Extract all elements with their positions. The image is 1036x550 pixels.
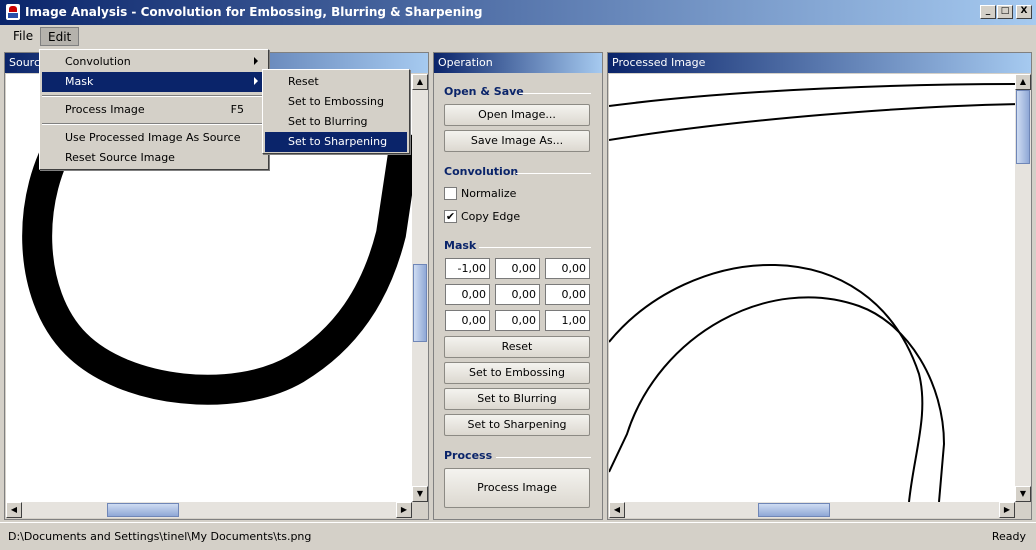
section-divider (516, 173, 591, 174)
menu-edit[interactable]: Edit (40, 27, 80, 46)
mask-submenu: Reset Set to Embossing Set to Blurring S… (262, 69, 410, 154)
copy-edge-checkbox[interactable]: ✔ (444, 210, 457, 223)
processed-panel-title: Processed Image (612, 56, 706, 69)
menu-item-label: Use Processed Image As Source (65, 131, 241, 144)
operation-panel: Operation Open & Save Open Image... Save… (433, 52, 603, 520)
menu-item-reset-source-image[interactable]: Reset Source Image (42, 148, 266, 168)
checkmark-icon: ✔ (445, 210, 456, 223)
file-path-label: D:\Documents and Settings\tinel\My Docum… (8, 530, 312, 543)
operation-panel-title: Operation (438, 56, 493, 69)
menu-item-set-sharpening[interactable]: Set to Sharpening (265, 132, 407, 152)
scroll-right-arrow-icon[interactable]: ▶ (999, 502, 1015, 518)
menu-item-label: Set to Sharpening (288, 135, 388, 148)
copy-edge-label: Copy Edge (461, 210, 521, 223)
menu-item-label: Reset (288, 75, 319, 88)
section-divider (496, 457, 591, 458)
scroll-right-arrow-icon[interactable]: ▶ (396, 502, 412, 518)
set-sharpening-button[interactable]: Set to Sharpening (444, 414, 590, 436)
section-divider (519, 93, 591, 94)
processed-horizontal-scrollbar[interactable]: ◀ ▶ (609, 502, 1015, 518)
source-vscroll-thumb[interactable] (413, 264, 427, 342)
scroll-up-arrow-icon[interactable]: ▲ (412, 74, 428, 90)
scroll-up-arrow-icon[interactable]: ▲ (1015, 74, 1031, 90)
menu-item-label: Process Image (65, 103, 145, 116)
processed-image-canvas[interactable] (609, 74, 1015, 502)
convolution-heading: Convolution (444, 165, 519, 178)
submenu-arrow-icon (254, 57, 258, 65)
maximize-button[interactable]: □ (997, 5, 1013, 19)
menu-separator (42, 123, 266, 125)
mask-cell[interactable]: 1,00 (545, 310, 590, 331)
save-image-button[interactable]: Save Image As... (444, 130, 590, 152)
source-vertical-scrollbar[interactable]: ▲ ▼ (412, 74, 428, 502)
mask-heading: Mask (444, 239, 477, 252)
mask-cell[interactable]: 0,00 (495, 258, 540, 279)
processed-image (609, 83, 1015, 502)
normalize-label: Normalize (461, 187, 517, 200)
menu-item-convolution[interactable]: Convolution (42, 52, 266, 72)
scroll-left-arrow-icon[interactable]: ◀ (609, 502, 625, 518)
processed-vertical-scrollbar[interactable]: ▲ ▼ (1015, 74, 1031, 502)
menu-file[interactable]: File (6, 27, 40, 46)
shortcut-label: F5 (230, 103, 244, 116)
section-divider (479, 247, 591, 248)
menu-item-label: Set to Blurring (288, 115, 368, 128)
close-button[interactable]: X (1016, 5, 1032, 19)
open-save-heading: Open & Save (444, 85, 524, 98)
set-blurring-button[interactable]: Set to Blurring (444, 388, 590, 410)
menu-item-set-embossing[interactable]: Set to Embossing (265, 92, 407, 112)
mask-cell[interactable]: 0,00 (545, 258, 590, 279)
menu-item-label: Convolution (65, 55, 131, 68)
process-image-button[interactable]: Process Image (444, 468, 590, 508)
menu-separator (42, 95, 266, 97)
window-title: Image Analysis - Convolution for Embossi… (25, 5, 483, 19)
java-app-icon (6, 4, 20, 20)
processed-vscroll-thumb[interactable] (1016, 90, 1030, 164)
menu-bar: File Edit (0, 25, 1036, 47)
mask-cell[interactable]: 0,00 (545, 284, 590, 305)
mask-cell[interactable]: 0,00 (495, 284, 540, 305)
menu-item-label: Mask (65, 75, 94, 88)
mask-cell[interactable]: 0,00 (445, 310, 490, 331)
scroll-left-arrow-icon[interactable]: ◀ (6, 502, 22, 518)
operation-panel-header: Operation (434, 53, 602, 73)
scroll-down-arrow-icon[interactable]: ▼ (412, 486, 428, 502)
menu-item-label: Set to Embossing (288, 95, 384, 108)
title-bar: Image Analysis - Convolution for Embossi… (0, 0, 1036, 25)
status-bar: D:\Documents and Settings\tinel\My Docum… (0, 522, 1036, 550)
reset-mask-button[interactable]: Reset (444, 336, 590, 358)
edit-dropdown-menu: Convolution Mask Process Image F5 Use Pro… (39, 49, 269, 170)
process-heading: Process (444, 449, 493, 462)
processed-hscroll-thumb[interactable] (758, 503, 830, 517)
menu-item-mask[interactable]: Mask (42, 72, 266, 92)
processed-panel-header: Processed Image (608, 53, 1031, 73)
source-hscroll-thumb[interactable] (107, 503, 179, 517)
mask-cell[interactable]: 0,00 (495, 310, 540, 331)
menu-item-use-processed-image[interactable]: Use Processed Image As Source (42, 128, 266, 148)
mask-cell[interactable]: 0,00 (445, 284, 490, 305)
open-image-button[interactable]: Open Image... (444, 104, 590, 126)
processed-panel: Processed Image ▲ ▼ ◀ ▶ (607, 52, 1032, 520)
menu-edit-label: Edit (48, 30, 72, 44)
set-embossing-button[interactable]: Set to Embossing (444, 362, 590, 384)
submenu-arrow-icon (254, 77, 258, 85)
menu-item-set-blurring[interactable]: Set to Blurring (265, 112, 407, 132)
menu-item-reset[interactable]: Reset (265, 72, 407, 92)
scroll-down-arrow-icon[interactable]: ▼ (1015, 486, 1031, 502)
source-horizontal-scrollbar[interactable]: ◀ ▶ (6, 502, 412, 518)
normalize-checkbox[interactable] (444, 187, 457, 200)
menu-item-label: Reset Source Image (65, 151, 175, 164)
menu-item-process-image[interactable]: Process Image F5 (42, 100, 266, 120)
mask-cell[interactable]: -1,00 (445, 258, 490, 279)
menu-file-label: File (13, 29, 34, 43)
minimize-button[interactable]: _ (980, 5, 996, 19)
status-label: Ready (991, 530, 1026, 543)
